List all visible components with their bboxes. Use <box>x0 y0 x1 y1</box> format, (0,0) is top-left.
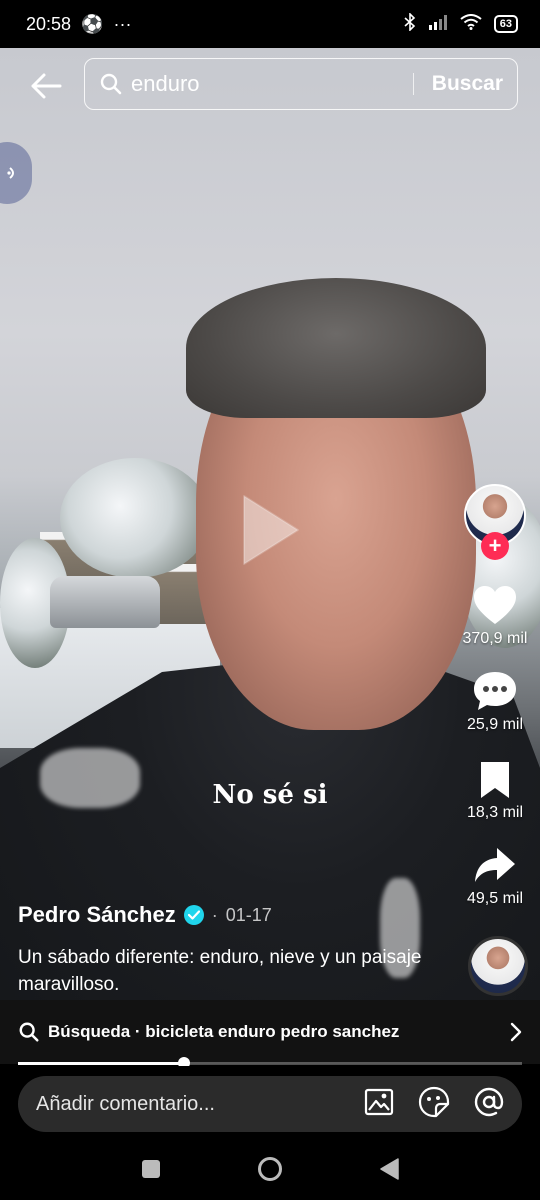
separator-dot: · <box>211 904 218 925</box>
heart-icon <box>474 586 516 624</box>
save-button[interactable]: 18,3 mil <box>460 760 530 822</box>
post-date: 01-17 <box>225 904 272 925</box>
video-description[interactable]: Un sábado diferente: enduro, nieve y un … <box>18 944 438 998</box>
like-button[interactable]: 370,9 mil <box>460 584 530 648</box>
wifi-icon <box>460 13 482 35</box>
system-navigation-bar <box>0 1142 540 1200</box>
back-nav-button[interactable] <box>379 1157 399 1185</box>
search-submit-button[interactable]: Buscar <box>432 72 503 96</box>
chevron-right-icon <box>510 1022 522 1042</box>
playback-progress-fill <box>18 1062 185 1065</box>
soccer-ball-icon: ⚽ <box>81 13 104 34</box>
comment-placeholder: Añadir comentario... <box>36 1092 215 1115</box>
square-icon <box>142 1159 160 1178</box>
creator-avatar-group[interactable]: + <box>460 484 530 560</box>
circle-icon <box>258 1156 282 1181</box>
signal-icon <box>428 14 448 35</box>
bookmark-icon <box>481 762 509 798</box>
arrow-left-icon <box>31 73 62 99</box>
share-button[interactable]: 49,5 mil <box>460 846 530 908</box>
creator-username[interactable]: Pedro Sánchez <box>18 902 176 928</box>
recents-button[interactable] <box>141 1159 161 1184</box>
search-suggestion-bar[interactable]: Búsqueda · bicicleta enduro pedro sanche… <box>0 1000 540 1064</box>
creator-info: Pedro Sánchez · 01-17 <box>18 902 272 928</box>
image-icon[interactable] <box>364 1088 394 1121</box>
plus-icon: + <box>488 533 502 558</box>
search-suggestion-label: Búsqueda · bicicleta enduro pedro sanche… <box>48 1022 400 1041</box>
play-icon <box>243 495 299 565</box>
sticker-face-icon[interactable] <box>418 1086 450 1123</box>
video-caption-overlay: No sé si <box>212 780 328 810</box>
search-divider <box>412 73 414 95</box>
bluetooth-icon <box>404 11 416 36</box>
playback-progress-bar[interactable] <box>18 1057 522 1069</box>
share-count: 49,5 mil <box>466 890 524 907</box>
triangle-back-icon <box>380 1157 399 1180</box>
share-arrow-icon <box>475 848 515 882</box>
home-button[interactable] <box>257 1156 283 1187</box>
back-button[interactable] <box>26 66 66 106</box>
like-count: 370,9 mil <box>462 630 528 647</box>
status-bar: 20:58 ⚽ ··· 63 <box>0 0 540 48</box>
follow-button[interactable]: + <box>481 532 509 560</box>
comment-input[interactable]: Añadir comentario... <box>18 1076 522 1132</box>
save-count: 18,3 mil <box>466 804 524 821</box>
search-icon <box>19 1022 39 1042</box>
play-button[interactable] <box>238 492 302 573</box>
video-scenery <box>50 576 160 628</box>
video-subject-hair <box>186 278 486 418</box>
search-input[interactable]: enduro <box>131 71 413 97</box>
mention-at-icon[interactable] <box>474 1087 504 1122</box>
comment-bubble-icon <box>474 672 516 710</box>
video-scenery <box>60 458 210 578</box>
comment-button[interactable]: 25,9 mil <box>460 670 530 734</box>
status-time: 20:58 <box>26 13 72 34</box>
audio-wave-icon <box>7 167 14 179</box>
comment-count: 25,9 mil <box>466 716 524 733</box>
sound-avatar[interactable] <box>468 936 528 996</box>
comment-area: Añadir comentario... <box>0 1066 540 1142</box>
search-icon <box>100 73 122 95</box>
battery-indicator: 63 <box>493 15 518 33</box>
more-icon: ··· <box>113 13 132 34</box>
search-bar[interactable]: enduro Buscar <box>84 58 518 110</box>
verified-badge-icon <box>183 905 204 925</box>
